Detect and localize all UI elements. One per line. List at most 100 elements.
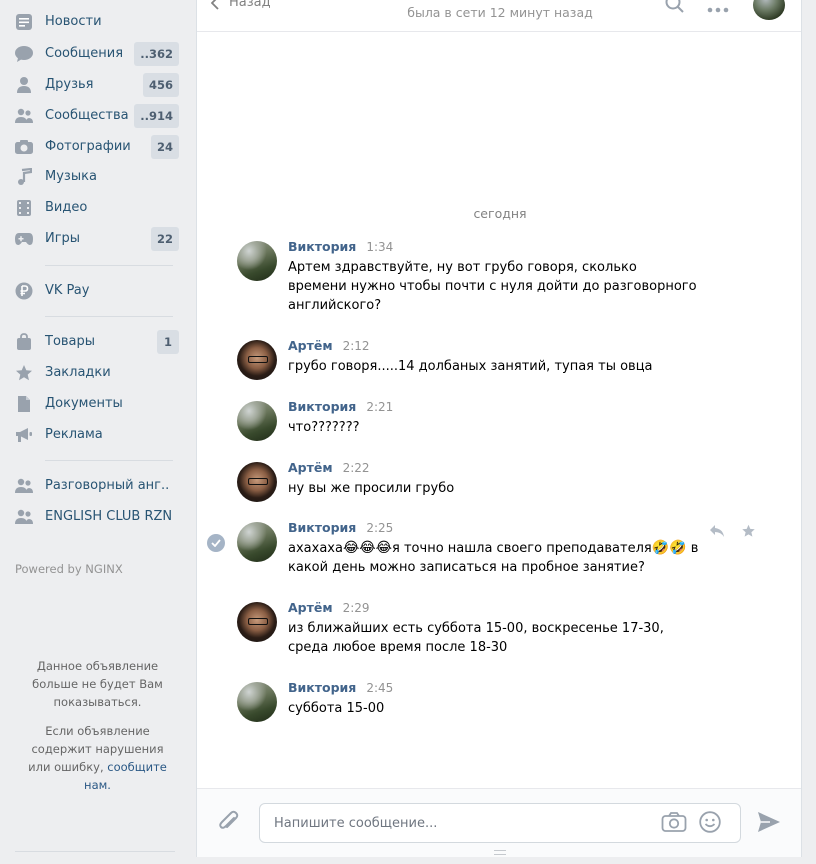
message-text: Артем здравствуйте, ну вот грубо говоря,…: [288, 260, 697, 313]
photos-icon: [14, 137, 34, 157]
sidebar-item-label: Новости: [45, 14, 102, 29]
message-author[interactable]: Виктория: [288, 239, 356, 254]
friends-icon: [14, 75, 34, 95]
sidebar-item-label: Разговорный анг..: [45, 478, 170, 493]
group-icon: [14, 476, 34, 496]
video-icon: [14, 198, 34, 218]
photos-count-badge: 24: [150, 134, 179, 159]
sidebar-item-group-spoken-english[interactable]: Разговорный анг..: [0, 470, 186, 501]
message-text: ну вы же просили грубо: [288, 481, 455, 496]
avatar[interactable]: [237, 401, 277, 441]
message-time: 2:25: [366, 521, 394, 535]
sidebar-item-video[interactable]: Видео: [0, 192, 186, 223]
sidebar-item-documents[interactable]: Документы: [0, 388, 186, 419]
message-author[interactable]: Артём: [288, 338, 333, 353]
message-text-part: ахахаха: [288, 541, 343, 556]
communities-count-badge: ..914: [134, 103, 179, 128]
sidebar-item-news[interactable]: Новости: [0, 6, 186, 37]
goods-icon: [14, 332, 34, 352]
sidebar-item-label: Друзья: [45, 77, 94, 92]
goods-count-badge: 1: [157, 329, 179, 354]
ad-hidden-note: Данное объявление больше не будет Вам по…: [32, 659, 163, 709]
group-icon: [14, 507, 34, 527]
sidebar-item-label: ENGLISH CLUB RZN: [45, 509, 173, 524]
sidebar-item-label: Сообщества: [45, 108, 129, 123]
message-author[interactable]: Виктория: [288, 680, 356, 695]
sidebar-divider: [45, 460, 173, 461]
paperclip-icon[interactable]: [217, 809, 241, 839]
sidebar-item-bookmarks[interactable]: Закладки: [0, 357, 186, 388]
date-separator: сегодня: [473, 206, 527, 221]
message-time: 2:45: [366, 681, 394, 695]
reply-icon[interactable]: [709, 524, 725, 542]
message-text: грубо говоря.....14 долбаных занятий, ту…: [288, 359, 653, 374]
avatar[interactable]: [237, 340, 277, 380]
sidebar-divider: [15, 851, 175, 852]
sidebar-item-ads[interactable]: Реклама: [0, 419, 186, 450]
star-icon[interactable]: [741, 524, 756, 542]
sidebar-item-goods[interactable]: Товары 1: [0, 326, 186, 357]
sidebar-item-label: Сообщения: [45, 46, 124, 61]
sidebar-item-label: Видео: [45, 200, 88, 215]
games-icon: [14, 229, 34, 249]
star-icon: [14, 363, 34, 383]
smile-icon[interactable]: [699, 811, 721, 837]
message-time: 2:21: [366, 400, 394, 414]
games-count-badge: 22: [150, 226, 179, 251]
sidebar-item-communities[interactable]: Сообщества ..914: [0, 100, 186, 131]
sidebar-item-label: Фотографии: [45, 139, 131, 154]
avatar[interactable]: [237, 602, 277, 642]
sidebar-item-messages[interactable]: Сообщения ..362: [0, 38, 186, 69]
sidebar-item-group-english-club[interactable]: ENGLISH CLUB RZN: [0, 501, 186, 532]
message-actions: [709, 524, 756, 542]
message-author[interactable]: Артём: [288, 460, 333, 475]
message-time: 2:12: [342, 339, 370, 353]
sidebar-item-label: VK Pay: [45, 283, 90, 298]
messages-icon: [14, 44, 34, 64]
message-composer: [197, 788, 801, 857]
sidebar-item-label: Игры: [45, 231, 81, 246]
check-icon[interactable]: [207, 534, 225, 552]
news-icon: [14, 12, 34, 32]
ad-report-note: Если объявление содержит нарушения или о…: [20, 722, 175, 794]
powered-by-text: Powered by NGINX: [15, 562, 123, 576]
message-author[interactable]: Виктория: [288, 520, 356, 535]
message-time: 2:22: [342, 461, 370, 475]
communities-icon: [14, 106, 34, 126]
sidebar-divider: [45, 265, 173, 266]
search-icon[interactable]: [665, 0, 685, 18]
more-icon[interactable]: [707, 2, 729, 17]
music-icon: [14, 167, 34, 187]
message-text: из ближайших есть суббота 15-00, воскрес…: [288, 621, 664, 655]
megaphone-icon: [14, 425, 34, 445]
sidebar-divider: [45, 316, 173, 317]
chat-header: Назад была в сети 12 минут назад: [197, 0, 801, 32]
avatar[interactable]: [237, 682, 277, 722]
avatar[interactable]: [237, 522, 277, 562]
message-author[interactable]: Виктория: [288, 399, 356, 414]
sidebar-item-label: Закладки: [45, 365, 111, 380]
rofl-emoji: 🤣🤣: [651, 540, 687, 556]
avatar[interactable]: [237, 241, 277, 281]
sidebar-item-friends[interactable]: Друзья 456: [0, 69, 186, 100]
sidebar-item-photos[interactable]: Фотографии 24: [0, 131, 186, 162]
sidebar-item-label: Товары: [45, 334, 96, 349]
sidebar-item-games[interactable]: Игры 22: [0, 223, 186, 254]
resize-handle[interactable]: [494, 850, 506, 855]
send-icon[interactable]: [757, 811, 781, 837]
message-author[interactable]: Артём: [288, 600, 333, 615]
sidebar-item-label: Музыка: [45, 169, 97, 184]
sidebar-item-music[interactable]: Музыка: [0, 161, 186, 192]
friends-count-badge: 456: [142, 72, 179, 97]
message-text: что???????: [288, 420, 360, 435]
documents-icon: [14, 394, 34, 414]
camera-icon[interactable]: [661, 811, 687, 837]
message-text: суббота 15-00: [288, 701, 385, 716]
messages-count-badge: ..362: [134, 41, 179, 66]
message-time: 2:29: [342, 601, 370, 615]
sidebar-item-label: Реклама: [45, 427, 103, 442]
avatar[interactable]: [237, 462, 277, 502]
message-time: 1:34: [366, 240, 394, 254]
message-text: ахахаха😂😂😂я точно нашла своего преподава…: [288, 539, 708, 577]
sidebar-item-vkpay[interactable]: VK Pay: [0, 275, 186, 306]
